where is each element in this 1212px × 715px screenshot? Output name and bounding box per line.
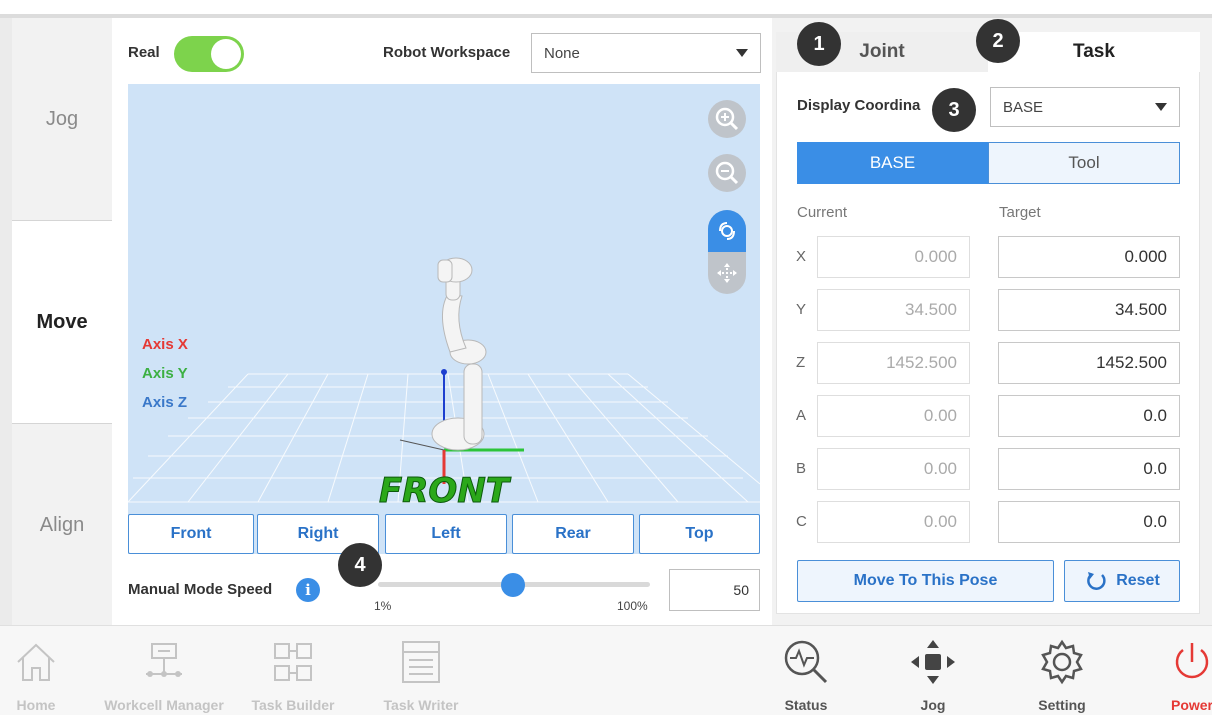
- real-toggle[interactable]: [174, 36, 244, 72]
- gear-icon: [1041, 639, 1083, 685]
- callout-badge-1: 1: [797, 22, 841, 66]
- frame-tool-button[interactable]: Tool: [988, 142, 1180, 184]
- row-label-y: Y: [796, 301, 807, 318]
- target-a-input[interactable]: 0.0: [998, 395, 1180, 437]
- target-y-input[interactable]: 34.500: [998, 289, 1180, 331]
- row-label-a: A: [796, 407, 807, 424]
- chevron-down-icon: [736, 49, 748, 57]
- target-z-input[interactable]: 1452.500: [998, 342, 1180, 384]
- current-z-field: 1452.500: [817, 342, 970, 384]
- speed-value-input[interactable]: 50: [669, 569, 760, 611]
- zoom-in-icon: [715, 107, 739, 131]
- view-left-button[interactable]: Left: [385, 514, 507, 554]
- coordinate-select[interactable]: BASE: [990, 87, 1180, 127]
- nav-jog[interactable]: Jog: [873, 628, 993, 715]
- manual-speed-label: Manual Mode Speed: [128, 581, 273, 598]
- view-top-button[interactable]: Top: [639, 514, 760, 554]
- nav-setting-label: Setting: [1038, 697, 1086, 713]
- axis-x-legend: Axis X: [142, 336, 188, 353]
- target-c-input[interactable]: 0.0: [998, 501, 1180, 543]
- current-a-field: 0.00: [817, 395, 970, 437]
- sidebar-item-move[interactable]: Move: [12, 221, 112, 423]
- current-b-field: 0.00: [817, 448, 970, 490]
- nav-workcell-label: Workcell Manager: [104, 697, 224, 713]
- rotate-view-button[interactable]: [708, 210, 746, 252]
- current-x-field: 0.000: [817, 236, 970, 278]
- nav-status-label: Status: [784, 697, 828, 713]
- nav-setting[interactable]: Setting: [1002, 628, 1122, 715]
- nav-task-builder-label: Task Builder: [251, 697, 335, 713]
- refresh-icon: [1087, 572, 1106, 590]
- target-b-input[interactable]: 0.0: [998, 448, 1180, 490]
- current-y-field: 34.500: [817, 289, 970, 331]
- callout-badge-3: 3: [932, 88, 976, 132]
- reset-button[interactable]: Reset: [1064, 560, 1180, 602]
- toggle-knob: [211, 39, 241, 69]
- coordinate-value: BASE: [1003, 98, 1044, 116]
- callout-badge-2: 2: [976, 19, 1020, 63]
- sidebar-item-label: Move: [36, 310, 88, 333]
- nav-power[interactable]: Power: [1132, 628, 1212, 715]
- axis-y-legend: Axis Y: [142, 365, 188, 382]
- workspace-select[interactable]: None: [531, 33, 761, 73]
- nav-task-builder[interactable]: Task Builder: [233, 628, 353, 715]
- chevron-down-icon: [1155, 103, 1167, 111]
- reset-label: Reset: [1116, 572, 1160, 589]
- nav-home[interactable]: Home: [0, 628, 96, 715]
- real-label: Real: [128, 44, 160, 61]
- target-column-label: Target: [999, 204, 1041, 221]
- floor-front-label: FRONT: [379, 471, 512, 511]
- zoom-out-button[interactable]: [708, 154, 746, 192]
- info-icon[interactable]: i: [296, 578, 320, 602]
- view-front-button[interactable]: Front: [128, 514, 254, 554]
- speed-min-label: 1%: [374, 599, 392, 613]
- nav-workcell-manager[interactable]: Workcell Manager: [104, 628, 224, 715]
- axis-z-legend: Axis Z: [142, 394, 188, 411]
- sidebar-item-align[interactable]: Align: [12, 424, 112, 626]
- left-frame: [0, 18, 12, 625]
- workspace-label: Robot Workspace: [383, 44, 511, 61]
- current-column-label: Current: [797, 204, 848, 221]
- sidebar-item-jog[interactable]: Jog: [12, 18, 112, 220]
- rotate-icon: [719, 222, 735, 240]
- robot-3d-viewport[interactable]: FRONT Axis X Axis Y Axis Z: [128, 84, 760, 554]
- task-writer-icon: [402, 641, 440, 683]
- workspace-value: None: [544, 44, 580, 62]
- sidebar-item-label: Jog: [45, 107, 79, 130]
- sidebar-item-label: Align: [39, 513, 85, 536]
- row-label-x: X: [796, 248, 807, 265]
- speed-slider-handle[interactable]: [501, 573, 525, 597]
- robot-scene: FRONT: [128, 257, 760, 512]
- nav-power-label: Power: [1170, 697, 1212, 713]
- status-icon: [784, 640, 828, 684]
- nav-task-writer-label: Task Writer: [383, 697, 459, 713]
- power-icon: [1175, 643, 1209, 679]
- pan-icon: [717, 263, 737, 283]
- robot-arm: [431, 257, 487, 451]
- move-to-pose-button[interactable]: Move To This Pose: [797, 560, 1054, 602]
- pan-view-button[interactable]: [708, 252, 746, 294]
- speed-max-label: 100%: [617, 599, 648, 613]
- home-icon: [17, 643, 55, 681]
- row-label-b: B: [796, 460, 807, 477]
- display-coordinate-label: Display Coordina: [797, 97, 921, 114]
- current-c-field: 0.00: [817, 501, 970, 543]
- mode-sidebar: Jog Move Align: [12, 18, 112, 626]
- nav-home-label: Home: [16, 697, 56, 713]
- frame-base-button[interactable]: BASE: [797, 142, 988, 184]
- zoom-out-icon: [715, 161, 739, 185]
- workcell-icon: [146, 643, 182, 677]
- row-label-c: C: [796, 513, 807, 530]
- task-builder-icon: [274, 643, 312, 681]
- target-x-input[interactable]: 0.000: [998, 236, 1180, 278]
- callout-badge-4: 4: [338, 543, 382, 587]
- nav-status[interactable]: Status: [746, 628, 866, 715]
- jog-icon: [911, 640, 955, 684]
- zoom-in-button[interactable]: [708, 100, 746, 138]
- nav-task-writer[interactable]: Task Writer: [361, 628, 481, 715]
- nav-jog-label: Jog: [920, 697, 946, 713]
- view-rear-button[interactable]: Rear: [512, 514, 634, 554]
- view-mode-toggle[interactable]: [708, 210, 746, 294]
- row-label-z: Z: [796, 354, 806, 371]
